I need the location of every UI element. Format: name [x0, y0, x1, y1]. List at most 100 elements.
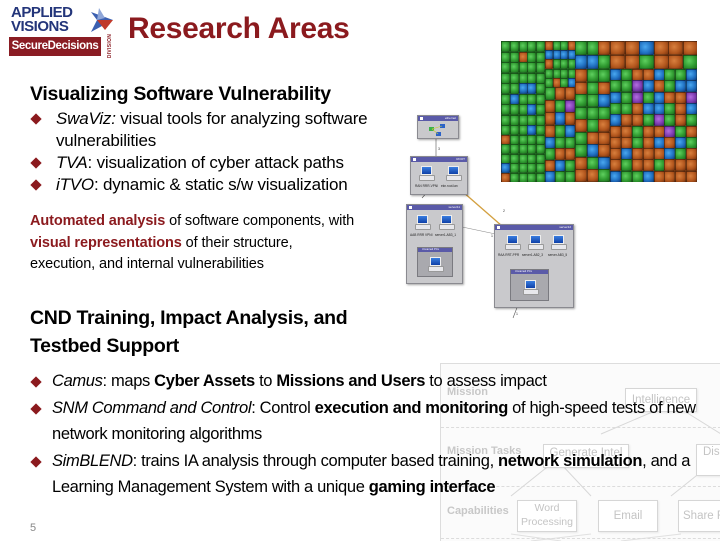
- computer-icon[interactable]: [528, 235, 544, 250]
- treemap-cell[interactable]: [536, 83, 545, 94]
- treemap-cell[interactable]: [598, 55, 610, 69]
- treemap-cell[interactable]: [560, 59, 568, 69]
- treemap-cell[interactable]: [501, 83, 510, 94]
- treemap-cell[interactable]: [598, 94, 610, 107]
- treemap-cell[interactable]: [632, 159, 643, 171]
- treemap-cell[interactable]: [575, 94, 587, 107]
- treemap-cell[interactable]: [686, 159, 697, 171]
- treemap-cell[interactable]: [675, 171, 686, 182]
- treemap-cell[interactable]: [664, 80, 675, 92]
- treemap-cell[interactable]: [510, 62, 519, 73]
- treemap-cell[interactable]: [621, 114, 632, 126]
- collapse-icon[interactable]: [409, 206, 412, 209]
- treemap-cell[interactable]: [555, 87, 565, 100]
- bold-phrase: Cyber Assets: [154, 372, 255, 390]
- bullet-text: visualization of cyber attack paths: [92, 153, 344, 172]
- treemap-cell[interactable]: [683, 41, 697, 55]
- treemap-cell[interactable]: [668, 55, 683, 69]
- network-box-server11[interactable]: server11 AAB RRR VPNI server1.AB3_1 Unna…: [406, 204, 463, 284]
- treemap-cell[interactable]: [686, 171, 697, 182]
- treemap-cell[interactable]: [654, 55, 669, 69]
- node-word-processing[interactable]: Word Processing: [517, 500, 577, 532]
- treemap-cell[interactable]: [610, 171, 621, 182]
- unnamed-pcs-group[interactable]: Unnamed PCs: [510, 269, 549, 301]
- treemap-cell[interactable]: [598, 169, 610, 182]
- computer-icon[interactable]: [415, 215, 431, 230]
- computer-icon[interactable]: [428, 257, 444, 272]
- diamond-bullet-icon: [30, 376, 42, 388]
- treemap-cell[interactable]: [575, 41, 587, 55]
- treemap-cell[interactable]: [527, 62, 536, 73]
- network-box-root[interactable]: ROOT RAN RRR-VPNI ekn.root.lan: [410, 156, 468, 195]
- treemap-cell[interactable]: [527, 83, 536, 94]
- treemap-cell[interactable]: [675, 114, 686, 126]
- computer-icon[interactable]: [419, 166, 435, 181]
- computer-icon[interactable]: [551, 235, 567, 250]
- treemap-cell[interactable]: [632, 114, 643, 126]
- treemap-cell[interactable]: [545, 59, 553, 69]
- treemap-cell[interactable]: [610, 159, 621, 171]
- treemap-cell[interactable]: [632, 80, 643, 92]
- treemap-cell[interactable]: [632, 171, 643, 182]
- treemap-cell[interactable]: [501, 41, 510, 52]
- treemap-cell[interactable]: [610, 55, 625, 69]
- treemap-cell[interactable]: [621, 171, 632, 182]
- treemap-cell[interactable]: [598, 144, 610, 157]
- treemap-cell[interactable]: [639, 55, 654, 69]
- unnamed-pcs-group[interactable]: Unnamed PCs: [417, 247, 453, 277]
- treemap-cell[interactable]: [675, 159, 686, 171]
- computer-icon[interactable]: [523, 280, 539, 295]
- treemap-cell[interactable]: [575, 69, 587, 82]
- treemap-cell[interactable]: [598, 41, 610, 55]
- computer-icon[interactable]: [505, 235, 521, 250]
- treemap-cell[interactable]: [643, 80, 654, 92]
- node-email[interactable]: Email: [598, 500, 658, 532]
- box-header: Unnamed PCs: [511, 270, 548, 274]
- treemap-cell[interactable]: [654, 41, 669, 55]
- treemap-cell[interactable]: [686, 114, 697, 126]
- treemap-cell[interactable]: [664, 171, 675, 182]
- collapse-icon[interactable]: [497, 226, 500, 229]
- network-box-ethernet[interactable]: ethernet: [417, 115, 459, 139]
- treemap-cell[interactable]: [675, 80, 686, 92]
- treemap-cell[interactable]: [683, 55, 697, 69]
- treemap-cell[interactable]: [668, 41, 683, 55]
- treemap-cell[interactable]: [643, 114, 654, 126]
- treemap-cell[interactable]: [545, 87, 555, 100]
- treemap-cell[interactable]: [621, 159, 632, 171]
- treemap-cell[interactable]: [625, 41, 640, 55]
- box-header: ethernet: [418, 116, 458, 121]
- treemap-cell[interactable]: [575, 55, 587, 69]
- box-title: ROOT: [456, 157, 465, 161]
- treemap-cell[interactable]: [639, 41, 654, 55]
- treemap-cell[interactable]: [643, 159, 654, 171]
- node-share-files[interactable]: Share F: [678, 500, 720, 532]
- collapse-icon[interactable]: [420, 117, 423, 120]
- treemap-cell[interactable]: [643, 171, 654, 182]
- bullet-text: : trains IA analysis through computer ba…: [132, 452, 499, 470]
- tool-name: Camus: [52, 372, 103, 390]
- bold-phrase: Missions and Users: [276, 372, 426, 390]
- treemap-cell[interactable]: [621, 80, 632, 92]
- network-box-server12[interactable]: server12 RAA RRT-PPR server1.AB2_3 serve…: [494, 224, 574, 308]
- treemap-cell[interactable]: [664, 159, 675, 171]
- treemap-cell[interactable]: [610, 114, 621, 126]
- treemap-cell[interactable]: [510, 83, 519, 94]
- treemap-cell[interactable]: [536, 41, 545, 52]
- treemap-cell[interactable]: [598, 69, 610, 82]
- treemap-cell[interactable]: [527, 41, 536, 52]
- collapse-icon[interactable]: [413, 158, 416, 161]
- treemap-cell[interactable]: [536, 62, 545, 73]
- computer-icon[interactable]: [439, 215, 455, 230]
- treemap-cell[interactable]: [664, 114, 675, 126]
- treemap-cell[interactable]: [686, 80, 697, 92]
- box-header: server12: [495, 225, 573, 230]
- treemap-cell[interactable]: [625, 55, 640, 69]
- computer-icon[interactable]: [446, 166, 462, 181]
- treemap-cell[interactable]: [510, 41, 519, 52]
- treemap-cell[interactable]: [610, 41, 625, 55]
- treemap-cell[interactable]: [610, 80, 621, 92]
- treemap-cell[interactable]: [565, 87, 575, 100]
- treemap-cell[interactable]: [598, 119, 610, 132]
- treemap-cell[interactable]: [501, 62, 510, 73]
